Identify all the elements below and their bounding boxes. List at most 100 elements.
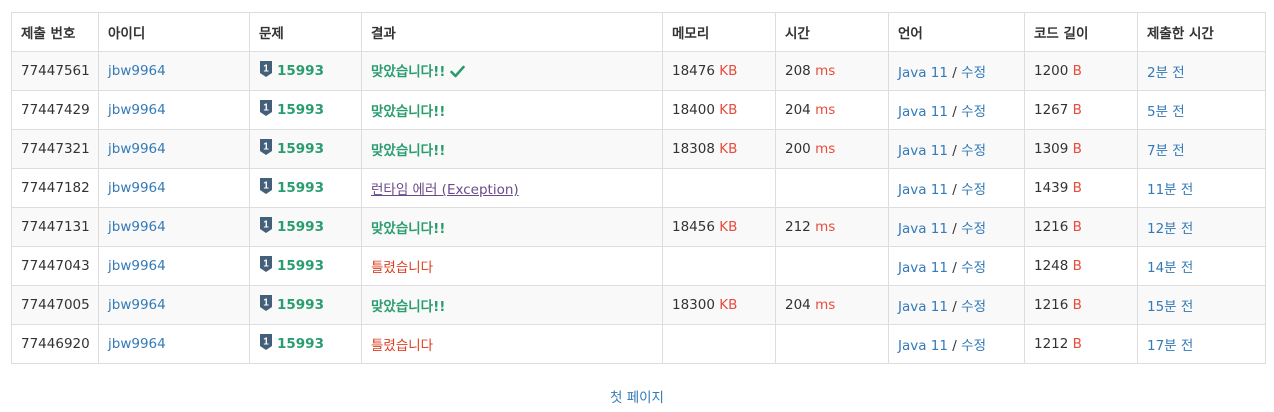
source-link[interactable]: Java 11 [898, 221, 948, 237]
user-cell: jbw9964 [98, 51, 250, 91]
time-unit: ms [815, 63, 836, 79]
submitted-time-link[interactable]: 14분 전 [1147, 260, 1193, 276]
result-text[interactable]: 런타임 에러 (Exception) [371, 182, 519, 198]
tier-badge-icon: 1 [259, 294, 273, 316]
memory-value: 18476 [672, 63, 715, 79]
submitted-time-cell: 15분 전 [1137, 285, 1266, 325]
submitted-time-cell: 2분 전 [1137, 51, 1266, 91]
separator: / [952, 299, 957, 315]
problem-link[interactable]: 15993 [277, 258, 324, 274]
user-link[interactable]: jbw9964 [108, 219, 166, 235]
svg-text:1: 1 [263, 142, 269, 153]
source-link[interactable]: Java 11 [898, 338, 948, 354]
problem-link[interactable]: 15993 [277, 219, 324, 235]
result-text: 맞았습니다!! [371, 299, 446, 315]
submitted-time-link[interactable]: 12분 전 [1147, 221, 1193, 237]
edit-link[interactable]: 수정 [961, 143, 986, 159]
user-link[interactable]: jbw9964 [108, 297, 166, 313]
code-length-unit: B [1072, 102, 1082, 118]
source-link[interactable]: Java 11 [898, 104, 948, 120]
problem-link[interactable]: 15993 [277, 63, 324, 79]
time-value: 212 [785, 219, 811, 235]
submitted-time-link[interactable]: 2분 전 [1147, 65, 1185, 81]
submission-id: 77447561 [11, 51, 99, 91]
submission-id: 77447043 [11, 246, 99, 286]
submitted-time-link[interactable]: 15분 전 [1147, 299, 1193, 315]
time-cell: 204 ms [775, 285, 889, 325]
edit-link[interactable]: 수정 [961, 65, 986, 81]
submitted-time-link[interactable]: 5분 전 [1147, 104, 1185, 120]
memory-cell [662, 168, 776, 208]
submitted-time-link[interactable]: 11분 전 [1147, 182, 1193, 198]
user-link[interactable]: jbw9964 [108, 102, 166, 118]
result-text: 맞았습니다!! [371, 104, 446, 120]
submitted-time-link[interactable]: 17분 전 [1147, 338, 1193, 354]
problem-link[interactable]: 15993 [277, 180, 324, 196]
memory-cell [662, 246, 776, 286]
col-header-result: 결과 [361, 12, 663, 52]
problem-cell: 1 15993 [249, 51, 362, 91]
time-value: 200 [785, 141, 811, 157]
result-text: 맞았습니다!! [371, 143, 446, 159]
problem-link[interactable]: 15993 [277, 297, 324, 313]
code-length-unit: B [1072, 219, 1082, 235]
source-link[interactable]: Java 11 [898, 65, 948, 81]
time-cell [775, 324, 889, 364]
submitted-time-cell: 14분 전 [1137, 246, 1266, 286]
problem-link[interactable]: 15993 [277, 141, 324, 157]
result-cell: 맞았습니다!! [361, 285, 663, 325]
source-link[interactable]: Java 11 [898, 143, 948, 159]
code-length-unit: B [1072, 63, 1082, 79]
time-cell: 204 ms [775, 90, 889, 130]
code-length-value: 1439 [1034, 180, 1069, 196]
language-cell: Java 11 / 수정 [888, 168, 1025, 208]
svg-text:1: 1 [263, 64, 269, 75]
result-text: 틀렸습니다 [371, 338, 434, 354]
checkmark-icon [450, 65, 466, 82]
user-link[interactable]: jbw9964 [108, 63, 166, 79]
first-page-link[interactable]: 첫 페이지 [610, 390, 664, 406]
tier-badge-icon: 1 [259, 255, 273, 277]
code-length-unit: B [1072, 141, 1082, 157]
result-cell: 맞았습니다!! [361, 90, 663, 130]
user-link[interactable]: jbw9964 [108, 258, 166, 274]
tier-badge-icon: 1 [259, 60, 273, 82]
table-row: 77447131 jbw9964 1 15993 맞았습니다!! 18456 KB 212 … [11, 207, 1266, 247]
submitted-time-cell: 7분 전 [1137, 129, 1266, 169]
language-cell: Java 11 / 수정 [888, 246, 1025, 286]
user-cell: jbw9964 [98, 285, 250, 325]
edit-link[interactable]: 수정 [961, 182, 986, 198]
memory-unit: KB [719, 141, 738, 157]
separator: / [952, 182, 957, 198]
code-length-unit: B [1072, 336, 1082, 352]
result-cell: 런타임 에러 (Exception) [361, 168, 663, 208]
col-header-problem: 문제 [249, 12, 362, 52]
user-link[interactable]: jbw9964 [108, 180, 166, 196]
problem-link[interactable]: 15993 [277, 102, 324, 118]
user-link[interactable]: jbw9964 [108, 141, 166, 157]
result-text: 맞았습니다!! [371, 221, 446, 237]
submitted-time-link[interactable]: 7분 전 [1147, 143, 1185, 159]
table-row: 77447321 jbw9964 1 15993 맞았습니다!! 18308 KB 200 … [11, 129, 1266, 169]
edit-link[interactable]: 수정 [961, 221, 986, 237]
edit-link[interactable]: 수정 [961, 260, 986, 276]
memory-cell: 18308 KB [662, 129, 776, 169]
code-length-unit: B [1072, 180, 1082, 196]
edit-link[interactable]: 수정 [961, 338, 986, 354]
source-link[interactable]: Java 11 [898, 260, 948, 276]
edit-link[interactable]: 수정 [961, 104, 986, 120]
problem-link[interactable]: 15993 [277, 336, 324, 352]
result-cell: 맞았습니다!! [361, 129, 663, 169]
tier-badge-icon: 1 [259, 216, 273, 238]
source-link[interactable]: Java 11 [898, 182, 948, 198]
memory-cell [662, 324, 776, 364]
time-unit: ms [815, 141, 836, 157]
code-length-cell: 1267 B [1024, 90, 1138, 130]
edit-link[interactable]: 수정 [961, 299, 986, 315]
source-link[interactable]: Java 11 [898, 299, 948, 315]
user-link[interactable]: jbw9964 [108, 336, 166, 352]
col-header-time: 시간 [775, 12, 889, 52]
svg-text:1: 1 [263, 220, 269, 231]
code-length-cell: 1248 B [1024, 246, 1138, 286]
tier-badge-icon: 1 [259, 333, 273, 355]
